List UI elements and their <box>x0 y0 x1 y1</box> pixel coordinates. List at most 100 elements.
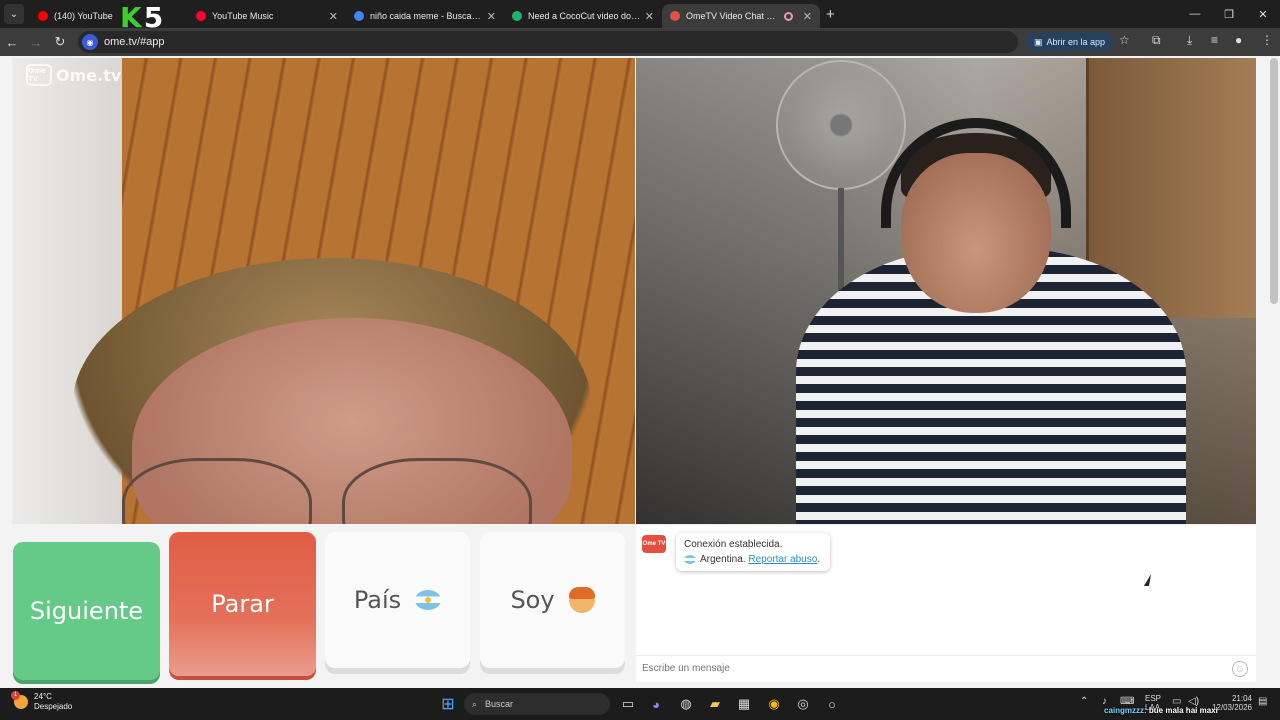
tab-cococut[interactable]: Need a CocoCut video downlo ✕ <box>504 4 662 28</box>
stop-label: Parar <box>211 590 274 618</box>
url-text: ome.tv/#app <box>104 36 165 48</box>
open-in-app-button[interactable]: ▣ Abrir en la app <box>1026 33 1114 51</box>
volume-icon[interactable]: ◁) <box>1188 697 1199 707</box>
weather-temp: 24°C <box>34 692 52 701</box>
country-label: País <box>353 586 402 614</box>
ometv-chat-logo: Ome TV <box>642 535 666 553</box>
page-content: Siguiente Parar País Soy Ome TV Conexión… <box>0 56 1280 688</box>
file-explorer-icon[interactable]: ▰ <box>705 694 725 714</box>
weather-desc: Despejado <box>34 702 73 711</box>
stop-button[interactable]: Parar <box>169 532 316 676</box>
forward-icon[interactable]: → <box>24 35 48 50</box>
gender-label: Soy <box>510 586 555 614</box>
notification-badge: 1 <box>11 691 20 700</box>
maximize-icon[interactable]: ❐ <box>1212 8 1246 21</box>
recording-icon <box>783 11 793 21</box>
tab-title: YouTube Music <box>212 11 274 21</box>
logo-text: Ome.tv <box>56 65 122 85</box>
report-abuse-link[interactable]: Reportar abuso <box>748 554 817 565</box>
tab-title: Need a CocoCut video downlo <box>528 11 641 21</box>
discord-icon[interactable]: ◕ <box>646 694 666 714</box>
argentina-flag-icon <box>684 554 696 564</box>
site-info-icon[interactable]: ◉ <box>82 34 98 50</box>
network-icon[interactable]: ▭ <box>1172 697 1181 707</box>
youtube-music-icon <box>196 11 206 21</box>
open-in-app-label: Abrir en la app <box>1046 37 1106 47</box>
tab-title: OmeTV Video Chat — Ome <box>686 11 784 21</box>
ometv-logo: Ome TV Ome.tv <box>26 64 121 86</box>
tab-search-button[interactable]: ⌄ <box>4 4 24 24</box>
emoji-icon[interactable]: ☺ <box>1232 661 1248 677</box>
tab-youtube[interactable]: (140) YouTube <box>30 4 188 28</box>
argentina-flag-icon <box>415 590 442 610</box>
close-icon[interactable]: ✕ <box>487 10 496 23</box>
close-icon[interactable]: ✕ <box>645 10 654 23</box>
weather-widget[interactable]: 1 24°C Despejado <box>11 691 73 712</box>
search-icon: ⌕ <box>472 698 478 709</box>
glasses <box>342 458 532 524</box>
logo-box: Ome TV <box>26 64 52 86</box>
new-tab-button[interactable]: + <box>826 6 835 23</box>
language-code: ESP <box>1145 694 1162 703</box>
weather-icon: 1 <box>11 691 28 709</box>
close-window-icon[interactable]: ✕ <box>1246 8 1280 21</box>
windows-start-icon[interactable]: ⊞ <box>438 694 458 714</box>
tab-youtube-music[interactable]: YouTube Music ✕ <box>188 4 346 28</box>
chat-username: caingmzzz: <box>1104 706 1147 715</box>
reload-icon[interactable]: ↻ <box>48 34 72 50</box>
extensions-icon[interactable]: ⧉ <box>1152 33 1161 48</box>
microphone-icon[interactable]: ♪ <box>1102 697 1107 707</box>
tab-title: niño caida meme - Buscar con <box>370 11 483 21</box>
bookmark-star-icon[interactable]: ☆ <box>1119 33 1130 47</box>
cococut-icon <box>512 11 522 21</box>
glasses <box>122 458 312 524</box>
tab-ometv[interactable]: OmeTV Video Chat — Ome ✕ <box>662 4 820 28</box>
scrollbar[interactable] <box>1270 58 1278 304</box>
close-icon[interactable]: ✕ <box>329 10 338 23</box>
youtube-icon <box>38 11 48 21</box>
tab-google-search[interactable]: niño caida meme - Buscar con ✕ <box>346 4 504 28</box>
task-view-icon[interactable]: ▭ <box>618 694 638 714</box>
download-icon[interactable]: ⤓ <box>1187 33 1192 48</box>
connection-text: Conexión establecida. <box>684 539 783 550</box>
report-suffix: . <box>817 554 821 565</box>
app-icon: ▣ <box>1034 36 1043 47</box>
chrome-icon[interactable]: ◉ <box>764 694 784 714</box>
taskbar-search[interactable]: ⌕ Buscar <box>464 693 610 715</box>
obs-icon[interactable]: ◎ <box>793 694 813 714</box>
message-bar: ☺ <box>636 655 1256 681</box>
keyboard-icon[interactable]: ⌨ <box>1120 697 1134 707</box>
store-icon[interactable]: ▦ <box>734 694 754 714</box>
minimize-icon[interactable]: — <box>1178 8 1212 20</box>
partner-video <box>12 58 635 524</box>
address-bar[interactable]: ◉ ome.tv/#app <box>78 31 1018 53</box>
system-message: Conexión establecida. Argentina. Reporta… <box>676 533 830 571</box>
tray-overflow-icon[interactable]: ⌃ <box>1080 697 1088 707</box>
gender-button[interactable]: Soy <box>480 532 625 668</box>
menu-icon[interactable]: ⋮ <box>1261 33 1273 47</box>
back-icon[interactable]: ← <box>0 35 24 50</box>
google-icon <box>354 11 364 21</box>
self-video <box>636 58 1256 524</box>
country-button[interactable]: País <box>325 532 470 668</box>
next-button[interactable]: Siguiente <box>13 542 160 680</box>
chat-panel: Ome TV Conexión establecida. Argentina. … <box>636 524 1256 682</box>
ometv-icon <box>670 11 680 21</box>
close-icon[interactable]: ✕ <box>803 10 812 23</box>
media-control-icon[interactable]: ≡ <box>1211 33 1218 47</box>
boy-icon <box>568 587 595 613</box>
message-input[interactable] <box>642 663 1202 674</box>
fan <box>776 60 906 190</box>
notifications-icon[interactable]: ▤ <box>1258 697 1267 707</box>
steam-icon[interactable]: ◍ <box>676 694 696 714</box>
ring-app-icon[interactable]: ○ <box>822 694 842 714</box>
country-text: Argentina. <box>700 554 746 565</box>
search-label: Buscar <box>485 699 514 709</box>
stream-chat-overlay: caingmzzz: bue mala hai maxi <box>1104 706 1218 715</box>
next-label: Siguiente <box>29 597 144 625</box>
window-controls: — ❐ ✕ <box>1178 0 1280 28</box>
clock-time: 21:04 <box>1231 694 1252 703</box>
profile-avatar[interactable]: ● <box>1235 33 1242 47</box>
chat-message: bue mala hai maxi <box>1148 706 1218 715</box>
tab-strip: ⌄ (140) YouTube YouTube Music ✕ niño cai… <box>0 0 1280 28</box>
